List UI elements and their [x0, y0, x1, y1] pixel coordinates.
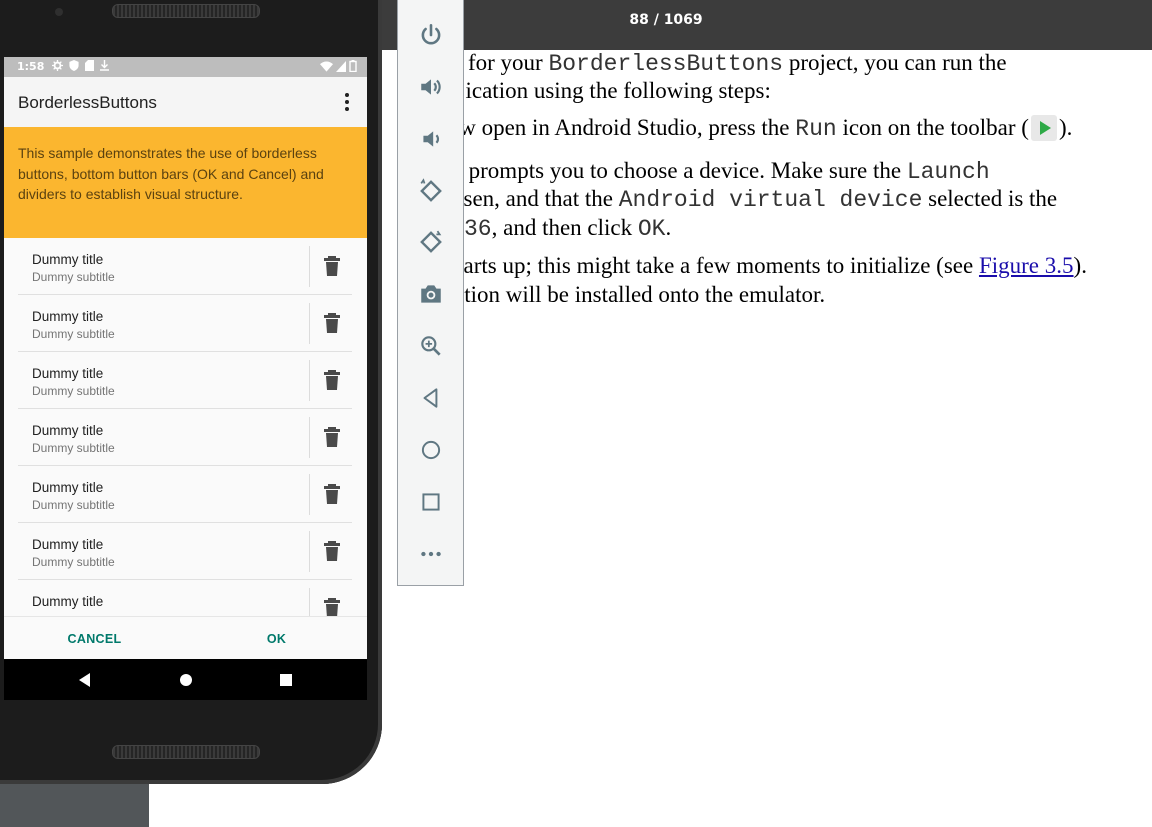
ok-button[interactable]: OK: [186, 617, 367, 660]
volume-down-button[interactable]: [398, 119, 464, 159]
vertical-divider: [309, 417, 310, 458]
item-title: Dummy title: [32, 594, 104, 609]
top-speaker: [112, 4, 260, 18]
status-notification-icons: [52, 60, 109, 71]
emulator-toolbar: [397, 0, 464, 586]
more-button[interactable]: [398, 534, 464, 574]
item-title: Dummy title: [32, 537, 104, 552]
item-title: Dummy title: [32, 480, 104, 495]
home-button[interactable]: [398, 430, 464, 470]
app-bar: BorderlessButtons: [4, 77, 367, 127]
cancel-button[interactable]: CANCEL: [4, 617, 185, 660]
status-system-icons: [320, 60, 357, 72]
overflow-menu-button[interactable]: [335, 90, 359, 114]
screenshot-button[interactable]: [398, 274, 464, 314]
nav-home-icon[interactable]: [177, 671, 195, 689]
list-item[interactable]: Dummy title Dummy subtitle: [18, 409, 352, 466]
zoom-button[interactable]: [398, 326, 464, 366]
app-title: BorderlessButtons: [18, 93, 157, 112]
more-icon: [421, 551, 441, 557]
vertical-divider: [309, 360, 310, 401]
bottom-speaker: [112, 745, 260, 759]
back-button[interactable]: [398, 378, 464, 418]
list-item[interactable]: Dummy title: [18, 580, 352, 616]
delete-icon[interactable]: [321, 425, 343, 449]
doc-line-5: osen, and that the Android virtual devic…: [366, 186, 1058, 213]
status-bar: 1:58: [4, 57, 367, 77]
banner-text: This sample demonstrates the use of bord…: [18, 145, 324, 202]
item-title: Dummy title: [32, 423, 104, 438]
doc-line-6: 36, and then click OK.: [464, 215, 672, 242]
rotate-right-icon: [420, 230, 442, 253]
doc-line-3: aw open in Android Studio, press the Run…: [366, 115, 1073, 142]
signal-icon: [336, 60, 346, 72]
vertical-divider: [309, 588, 310, 616]
overview-icon: [422, 493, 440, 511]
delete-icon[interactable]: [321, 254, 343, 278]
camera-icon: [421, 285, 441, 303]
battery-icon: [349, 60, 357, 72]
figure-link[interactable]: Figure 3.5: [979, 253, 1074, 278]
item-list[interactable]: Dummy title Dummy subtitle Dummy title D…: [4, 238, 367, 616]
item-subtitle: Dummy subtitle: [32, 498, 115, 512]
home-icon: [421, 440, 441, 460]
list-item[interactable]: Dummy title Dummy subtitle: [18, 295, 352, 352]
overflow-dot: [345, 100, 349, 104]
rotate-left-icon: [420, 178, 442, 202]
phone-frame: 1:58 BorderlessButtons This sample demon…: [0, 0, 382, 784]
sd-card-icon: [85, 60, 94, 71]
item-title: Dummy title: [32, 366, 104, 381]
volume-up-icon: [421, 79, 441, 95]
rotate-left-button[interactable]: [398, 171, 464, 211]
list-item[interactable]: Dummy title Dummy subtitle: [18, 466, 352, 523]
wifi-icon: [320, 61, 333, 72]
item-title: Dummy title: [32, 252, 104, 267]
overflow-dot: [345, 93, 349, 97]
list-item[interactable]: Dummy title Dummy subtitle: [18, 238, 352, 295]
front-camera: [55, 8, 63, 16]
delete-icon[interactable]: [321, 311, 343, 335]
item-subtitle: Dummy subtitle: [32, 270, 115, 284]
vertical-divider: [309, 531, 310, 572]
volume-up-button[interactable]: [398, 67, 464, 107]
rotate-right-button[interactable]: [398, 222, 464, 262]
delete-icon[interactable]: [321, 596, 343, 616]
zoom-icon: [421, 336, 441, 356]
status-time: 1:58: [17, 60, 45, 73]
item-subtitle: Dummy subtitle: [32, 327, 115, 341]
volume-down-icon: [423, 131, 439, 147]
item-subtitle: Dummy subtitle: [32, 441, 115, 455]
delete-icon[interactable]: [321, 482, 343, 506]
nav-recents-icon[interactable]: [277, 671, 295, 689]
back-icon: [423, 388, 438, 408]
overview-button[interactable]: [398, 482, 464, 522]
vertical-divider: [309, 246, 310, 287]
list-item[interactable]: Dummy title Dummy subtitle: [18, 352, 352, 409]
button-bar: CANCEL OK: [4, 616, 367, 660]
vertical-divider: [309, 303, 310, 344]
power-button[interactable]: [398, 15, 464, 55]
item-title: Dummy title: [32, 309, 104, 324]
delete-icon[interactable]: [321, 539, 343, 563]
power-icon: [421, 23, 441, 45]
vertical-divider: [309, 474, 310, 515]
nav-back-icon[interactable]: [76, 671, 94, 689]
delete-icon[interactable]: [321, 368, 343, 392]
item-subtitle: Dummy subtitle: [32, 384, 115, 398]
item-subtitle: Dummy subtitle: [32, 555, 115, 569]
description-banner: This sample demonstrates the use of bord…: [4, 127, 367, 238]
download-icon: [100, 60, 109, 71]
shield-icon: [69, 60, 79, 71]
overflow-dot: [345, 107, 349, 111]
settings-icon: [52, 60, 63, 71]
android-nav-bar: [4, 659, 367, 700]
doc-line-7: uarts up; this might take a few moments …: [366, 253, 1087, 278]
run-icon: [1030, 115, 1057, 141]
list-item[interactable]: Dummy title Dummy subtitle: [18, 523, 352, 580]
phone-screen: 1:58 BorderlessButtons This sample demon…: [4, 57, 367, 700]
